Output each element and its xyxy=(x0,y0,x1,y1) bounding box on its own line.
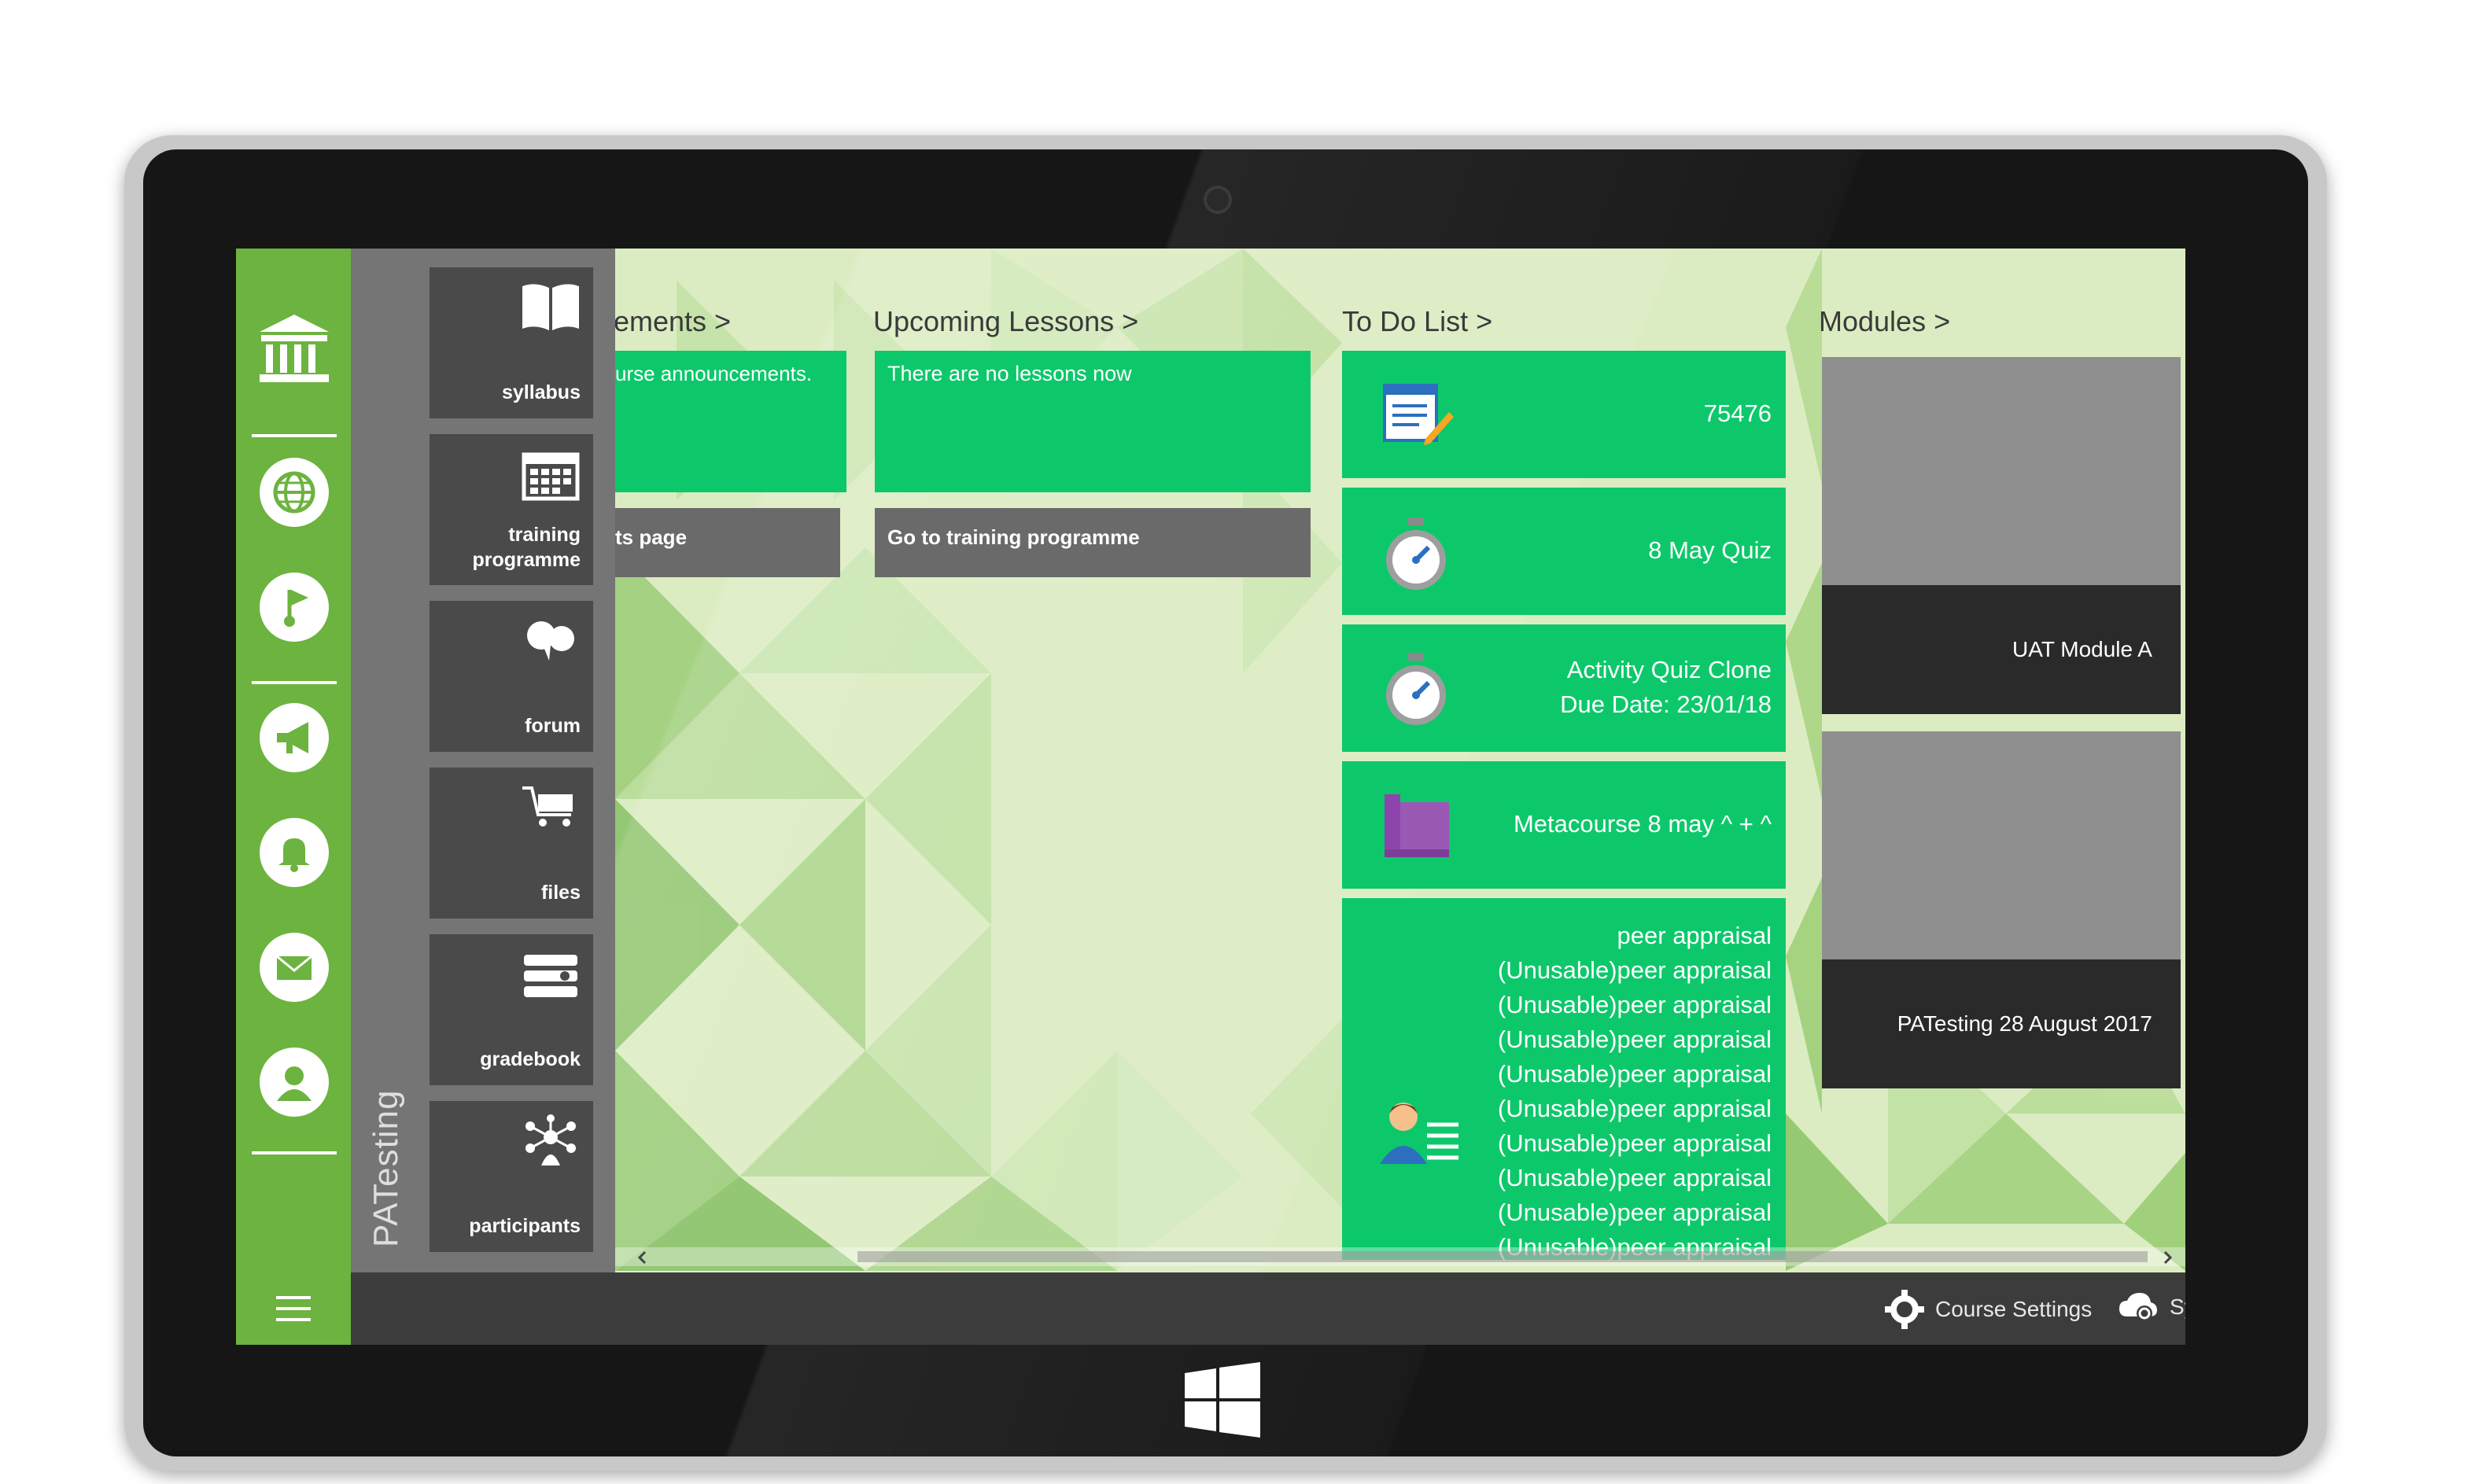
bottom-app-bar: Course Settings Sync This Course xyxy=(351,1272,2185,1345)
todo-item-line: (Unusable)peer appraisal xyxy=(1497,1199,1772,1226)
tile-syllabus[interactable]: syllabus xyxy=(430,267,593,418)
nav-globe[interactable] xyxy=(260,458,329,527)
todo-heading[interactable]: To Do List > xyxy=(1342,305,1492,338)
module-thumbnail xyxy=(1822,357,2181,585)
scroll-left-icon[interactable] xyxy=(636,1250,650,1265)
announcements-page-link[interactable]: ts page xyxy=(615,508,840,577)
scroll-right-icon[interactable] xyxy=(2160,1250,2174,1265)
module-card[interactable]: UAT Module A xyxy=(1822,357,2181,714)
institution-icon[interactable] xyxy=(253,307,335,388)
todo-item-title: 75476 xyxy=(1703,400,1772,427)
tile-training-programme[interactable]: training programme xyxy=(430,434,593,585)
nav-messages[interactable] xyxy=(260,933,329,1002)
metacourse-icon xyxy=(1385,794,1449,857)
todo-item-line: (Unusable)peer appraisal xyxy=(1497,1129,1772,1157)
megaphone-icon xyxy=(277,722,308,753)
calendar-icon xyxy=(522,452,580,501)
nav-golf[interactable] xyxy=(260,573,329,642)
todo-item-line: (Unusable)peer appraisal xyxy=(1497,1026,1772,1053)
tile-label: forum xyxy=(525,715,581,737)
nav-separator xyxy=(252,681,337,684)
announcements-tile[interactable]: urse announcements. xyxy=(615,351,846,492)
tile-files[interactable]: files xyxy=(430,768,593,919)
announcements-heading[interactable]: ements > xyxy=(614,305,731,338)
todo-item-line: (Unusable)peer appraisal xyxy=(1497,1095,1772,1122)
module-title: PATesting 28 August 2017 xyxy=(1822,959,2181,1088)
todo-item[interactable]: 75476 xyxy=(1342,351,1786,478)
todo-item-title: Metacourse 8 may ^ + ^ xyxy=(1513,810,1772,838)
tile-gradebook[interactable]: gradebook xyxy=(430,934,593,1085)
book-icon xyxy=(522,284,579,330)
appraisal-icon xyxy=(1380,1103,1458,1164)
tile-label: participants xyxy=(469,1215,581,1237)
left-nav xyxy=(236,249,351,1345)
upcoming-lessons-heading[interactable]: Upcoming Lessons > xyxy=(873,305,1138,338)
nav-notifications[interactable] xyxy=(260,818,329,887)
tile-participants[interactable]: participants xyxy=(430,1101,593,1252)
module-card[interactable]: PATesting 28 August 2017 xyxy=(1822,731,2181,1088)
gear-icon xyxy=(1885,1290,1924,1329)
sync-course-label: Sync This Course xyxy=(2170,1294,2185,1319)
course-settings-button[interactable]: Course Settings xyxy=(1885,1290,2092,1329)
modules-heading[interactable]: Modules > xyxy=(1819,305,1950,338)
tile-label: files xyxy=(540,882,581,904)
tile-label: syllabus xyxy=(501,381,581,403)
todo-item-title: Activity Quiz Clone xyxy=(1566,656,1772,683)
course-name: PATesting xyxy=(367,1089,405,1247)
nav-separator xyxy=(252,434,337,437)
todo-item-due-date: Due Date: 23/01/18 xyxy=(1560,690,1772,718)
todo-item-line: (Unusable)peer appraisal xyxy=(1497,991,1772,1018)
notepad-icon xyxy=(1383,384,1454,445)
windows-logo-icon[interactable] xyxy=(1185,1362,1260,1438)
app-screen: ements > urse announcements. ts page Upc… xyxy=(236,249,2185,1345)
camera-icon xyxy=(1204,186,1232,214)
flag-icon xyxy=(284,590,308,627)
globe-icon xyxy=(273,471,315,514)
module-title: UAT Module A xyxy=(1822,585,2181,714)
sync-course-button[interactable]: Sync This Course xyxy=(2118,1290,2185,1324)
todo-item-line: (Unusable)peer appraisal xyxy=(1497,956,1772,984)
files-icon xyxy=(522,786,573,827)
todo-item[interactable]: Metacourse 8 may ^ + ^ xyxy=(1342,761,1786,889)
tile-forum[interactable]: forum xyxy=(430,601,593,752)
stopwatch-icon xyxy=(1386,517,1446,590)
upcoming-lessons-text: There are no lessons now xyxy=(887,362,1132,385)
bell-icon xyxy=(278,838,310,872)
hamburger-menu-icon xyxy=(276,1296,311,1321)
todo-item-title: 8 May Quiz xyxy=(1648,536,1772,564)
tile-label: training programme xyxy=(472,524,581,571)
todo-item[interactable]: Activity Quiz Clone Due Date: 23/01/18 xyxy=(1342,624,1786,752)
module-thumbnail xyxy=(1822,731,2181,959)
user-icon xyxy=(277,1066,312,1101)
forum-icon xyxy=(527,621,574,661)
announcements-text: urse announcements. xyxy=(615,362,813,385)
todo-item[interactable]: peer appraisal (Unusable)peer appraisal … xyxy=(1342,898,1786,1260)
gradebook-icon xyxy=(524,955,577,997)
nav-announcements[interactable] xyxy=(260,703,329,772)
nav-profile[interactable] xyxy=(260,1048,329,1117)
todo-item-line: (Unusable)peer appraisal xyxy=(1497,1164,1772,1191)
nav-separator xyxy=(252,1151,337,1154)
upcoming-lessons-tile[interactable]: There are no lessons now xyxy=(875,351,1311,492)
tile-label: gradebook xyxy=(480,1048,581,1070)
menu-button[interactable] xyxy=(236,1272,351,1345)
participants-icon xyxy=(525,1114,576,1165)
mail-icon xyxy=(276,955,312,980)
todo-item[interactable]: 8 May Quiz xyxy=(1342,488,1786,615)
todo-item-line: peer appraisal xyxy=(1617,922,1772,949)
go-to-training-programme-button[interactable]: Go to training programme xyxy=(875,508,1311,577)
cloud-sync-icon xyxy=(2119,1293,2157,1321)
course-settings-label: Course Settings xyxy=(1935,1297,2093,1321)
scrollbar-thumb[interactable] xyxy=(857,1251,2148,1262)
stopwatch-icon xyxy=(1386,653,1446,725)
todo-item-line: (Unusable)peer appraisal xyxy=(1497,1060,1772,1088)
